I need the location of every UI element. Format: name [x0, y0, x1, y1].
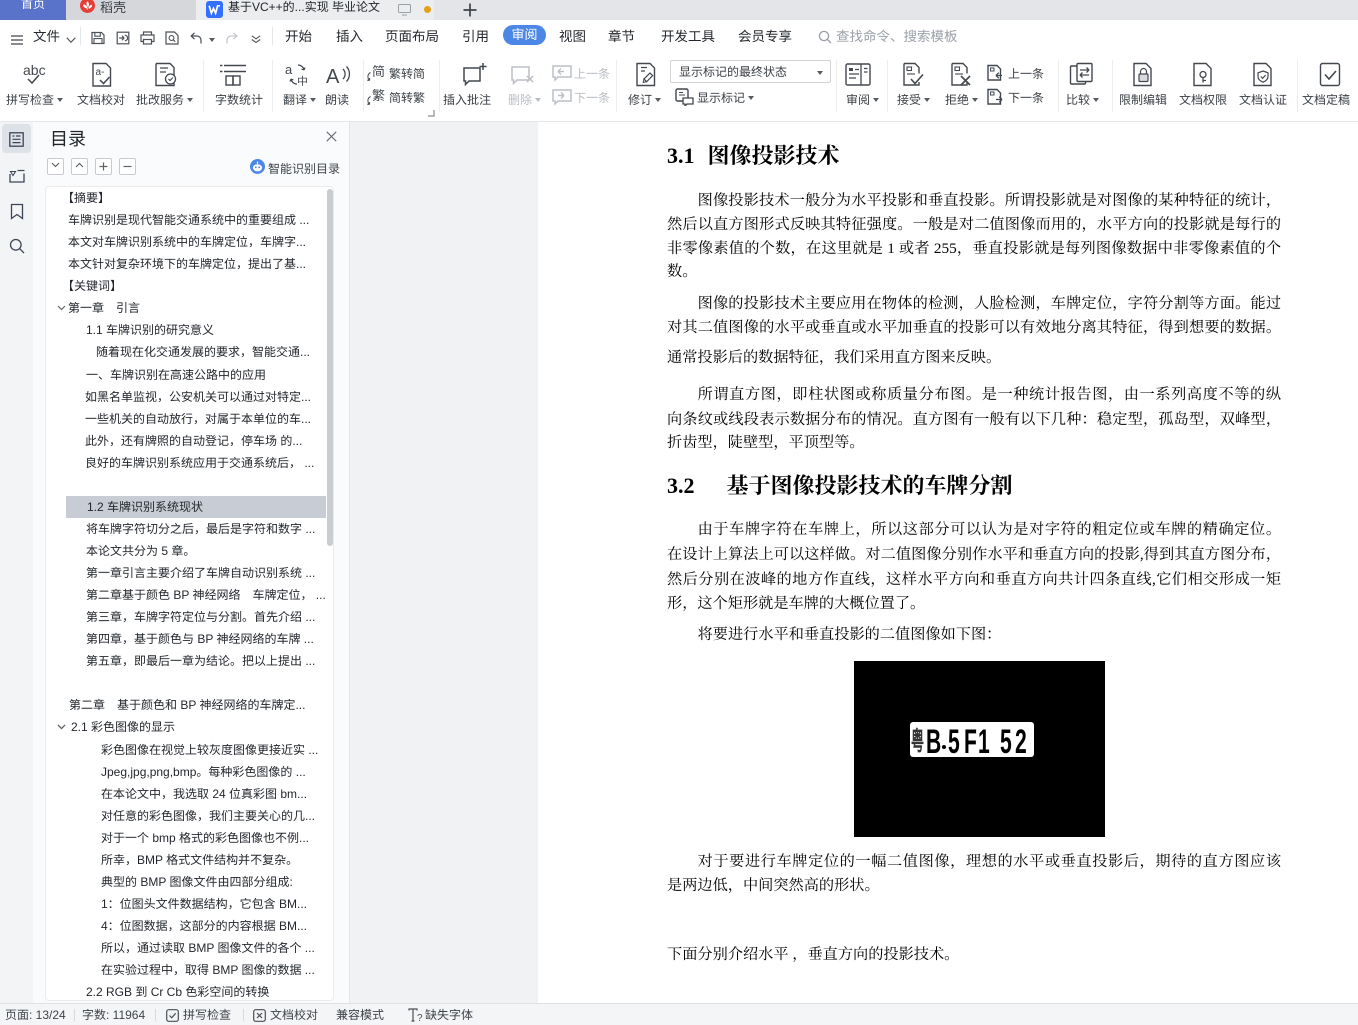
svg-text:abc: abc — [23, 62, 46, 78]
svg-text:?: ? — [417, 1013, 423, 1022]
svg-text:a: a — [285, 62, 293, 77]
svg-text:a-: a- — [96, 67, 105, 78]
svg-text:A: A — [326, 66, 340, 88]
svg-text:中: 中 — [297, 73, 308, 88]
